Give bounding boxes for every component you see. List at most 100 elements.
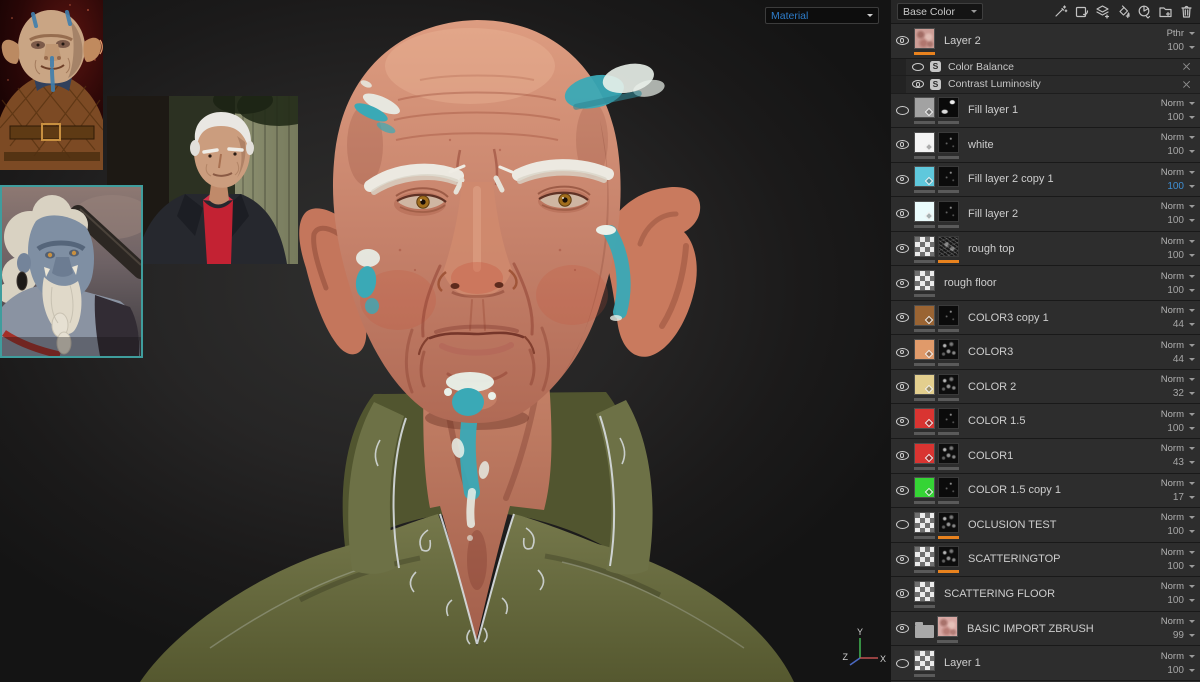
add-smart-material-icon[interactable]	[1136, 3, 1153, 20]
visibility-eye-icon[interactable]	[891, 451, 914, 461]
visibility-eye-icon[interactable]	[891, 278, 914, 288]
layer-row[interactable]: COLOR 2 Norm 32	[891, 369, 1200, 405]
effect-row[interactable]: Contrast Luminosity	[891, 76, 1200, 94]
visibility-eye-icon[interactable]	[891, 105, 914, 115]
layer-thumbnail[interactable]	[914, 97, 935, 119]
blend-mode-dropdown[interactable]: Norm	[1161, 651, 1195, 662]
blend-mode-dropdown[interactable]: Norm	[1161, 581, 1195, 592]
mask-thumbnail[interactable]	[938, 97, 959, 119]
blend-mode-dropdown[interactable]: Norm	[1161, 547, 1195, 558]
mask-thumbnail[interactable]	[938, 511, 959, 533]
blend-mode-dropdown[interactable]: Pthr	[1167, 28, 1195, 39]
blend-mode-dropdown[interactable]: Norm	[1161, 271, 1195, 282]
layer-row[interactable]: COLOR3 copy 1 Norm 44	[891, 300, 1200, 336]
blend-mode-dropdown[interactable]: Norm	[1161, 167, 1195, 178]
layer-thumbnail[interactable]	[914, 373, 935, 395]
layer-thumbnail[interactable]	[914, 477, 935, 499]
opacity-dropdown[interactable]: 100	[1167, 561, 1195, 572]
opacity-dropdown[interactable]: 99	[1173, 630, 1195, 641]
channel-dropdown[interactable]: Base Color	[897, 3, 983, 20]
opacity-dropdown[interactable]: 100	[1167, 181, 1195, 192]
reference-image-troll[interactable]	[0, 185, 143, 358]
opacity-dropdown[interactable]: 17	[1173, 492, 1195, 503]
mask-thumbnail[interactable]	[938, 373, 959, 395]
effect-row[interactable]: Color Balance	[891, 58, 1200, 77]
layer-row[interactable]: OCLUSION TEST Norm 100	[891, 508, 1200, 543]
layer-row[interactable]: Layer 2 Pthr 100	[891, 24, 1200, 59]
blend-mode-dropdown[interactable]: Norm	[1161, 616, 1195, 627]
layer-thumbnail[interactable]	[914, 546, 935, 568]
layer-row[interactable]: COLOR 1.5 Norm 100	[891, 404, 1200, 440]
layer-row[interactable]: Fill layer 2 copy 1 Norm 100	[891, 162, 1200, 198]
mask-thumbnail[interactable]	[938, 546, 959, 568]
blend-mode-dropdown[interactable]: Norm	[1161, 478, 1195, 489]
delete-layer-icon[interactable]	[1178, 3, 1195, 20]
opacity-dropdown[interactable]: 100	[1167, 526, 1195, 537]
opacity-dropdown[interactable]: 44	[1173, 319, 1195, 330]
visibility-eye-icon[interactable]	[891, 36, 914, 46]
viewport-shader-dropdown[interactable]: Material	[765, 7, 879, 24]
layer-row[interactable]: Fill layer 1 Norm 100	[891, 93, 1200, 129]
layer-thumbnail[interactable]	[914, 408, 935, 430]
mask-thumbnail[interactable]	[938, 339, 959, 361]
layer-thumbnail[interactable]	[914, 650, 935, 672]
layer-row[interactable]: COLOR1 Norm 43	[891, 439, 1200, 474]
viewport-3d[interactable]: Material Y X Z	[0, 0, 890, 682]
layer-thumbnail[interactable]	[914, 131, 935, 153]
blend-mode-dropdown[interactable]: Norm	[1161, 236, 1195, 247]
blend-mode-dropdown[interactable]: Norm	[1161, 512, 1195, 523]
layer-thumbnail[interactable]	[914, 166, 935, 188]
layer-thumbnail[interactable]	[914, 339, 935, 361]
opacity-dropdown[interactable]: 100	[1167, 423, 1195, 434]
blend-mode-dropdown[interactable]: Norm	[1161, 443, 1195, 454]
visibility-eye-icon[interactable]	[891, 589, 914, 599]
layer-row[interactable]: BASIC IMPORT ZBRUSH Norm 99	[891, 611, 1200, 647]
remove-effect-icon[interactable]	[1182, 62, 1191, 71]
layer-row[interactable]: Layer 1 Norm 100	[891, 646, 1200, 681]
layer-thumbnail[interactable]	[914, 235, 935, 257]
blend-mode-dropdown[interactable]: Norm	[1161, 305, 1195, 316]
reference-image-ogre[interactable]	[0, 0, 103, 170]
visibility-eye-icon[interactable]	[891, 624, 914, 634]
character-head[interactable]	[299, 20, 701, 424]
opacity-dropdown[interactable]: 100	[1167, 250, 1195, 261]
opacity-dropdown[interactable]: 44	[1173, 354, 1195, 365]
mask-thumbnail[interactable]	[938, 235, 959, 257]
layer-row[interactable]: COLOR 1.5 copy 1 Norm 17	[891, 473, 1200, 509]
opacity-dropdown[interactable]: 100	[1167, 595, 1195, 606]
visibility-eye-icon[interactable]	[891, 416, 914, 426]
blend-mode-dropdown[interactable]: Norm	[1161, 409, 1195, 420]
layer-thumbnail[interactable]	[937, 615, 958, 637]
opacity-dropdown[interactable]: 100	[1167, 146, 1195, 157]
visibility-eye-icon[interactable]	[891, 658, 914, 668]
layer-row[interactable]: SCATTERING FLOOR Norm 100	[891, 577, 1200, 612]
add-layer-icon[interactable]	[1094, 3, 1111, 20]
blend-mode-dropdown[interactable]: Norm	[1161, 340, 1195, 351]
visibility-eye-icon[interactable]	[891, 554, 914, 564]
group-folder-icon[interactable]	[914, 621, 934, 638]
opacity-dropdown[interactable]: 100	[1167, 112, 1195, 123]
visibility-eye-icon[interactable]	[891, 520, 914, 530]
visibility-eye-icon[interactable]	[912, 80, 924, 89]
visibility-eye-icon[interactable]	[891, 209, 914, 219]
opacity-dropdown[interactable]: 100	[1167, 215, 1195, 226]
visibility-eye-icon[interactable]	[912, 62, 924, 71]
mask-thumbnail[interactable]	[938, 131, 959, 153]
mask-thumbnail[interactable]	[938, 442, 959, 464]
layer-thumbnail[interactable]	[914, 270, 935, 292]
layer-thumbnail[interactable]	[914, 511, 935, 533]
visibility-eye-icon[interactable]	[891, 174, 914, 184]
visibility-eye-icon[interactable]	[891, 244, 914, 253]
visibility-eye-icon[interactable]	[891, 313, 914, 323]
opacity-dropdown[interactable]: 100	[1167, 285, 1195, 296]
visibility-eye-icon[interactable]	[891, 382, 914, 392]
layer-row[interactable]: SCATTERINGTOP Norm 100	[891, 542, 1200, 578]
opacity-dropdown[interactable]: 100	[1167, 665, 1195, 676]
visibility-eye-icon[interactable]	[891, 485, 914, 495]
layer-row[interactable]: rough floor Norm 100	[891, 266, 1200, 301]
remove-effect-icon[interactable]	[1182, 80, 1191, 89]
layer-row[interactable]: Fill layer 2 Norm 100	[891, 197, 1200, 232]
blend-mode-dropdown[interactable]: Norm	[1161, 98, 1195, 109]
transform-stamp-icon[interactable]	[1073, 3, 1090, 20]
opacity-dropdown[interactable]: 32	[1173, 388, 1195, 399]
